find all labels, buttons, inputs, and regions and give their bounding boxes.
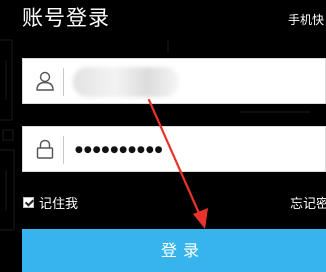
password-masked-value: ●●●●●●●●●● <box>75 145 164 155</box>
account-field[interactable] <box>22 58 326 104</box>
password-field-divider <box>63 136 64 164</box>
remember-me-checkbox[interactable] <box>23 197 34 208</box>
forgot-password-link[interactable]: 忘记密 <box>290 193 326 212</box>
obscured-account-value <box>73 67 179 97</box>
page-title: 账号登录 <box>22 6 110 30</box>
switch-to-phone-login-link[interactable]: 手机快 <box>288 11 324 28</box>
account-field-divider <box>63 68 64 96</box>
login-button[interactable]: 登录 <box>22 229 326 272</box>
password-field[interactable]: ●●●●●●●●●● <box>22 126 326 172</box>
remember-me[interactable]: 记住我 <box>23 193 78 212</box>
user-icon <box>36 71 54 91</box>
lock-icon <box>36 139 54 159</box>
remember-me-label: 记住我 <box>39 197 79 212</box>
